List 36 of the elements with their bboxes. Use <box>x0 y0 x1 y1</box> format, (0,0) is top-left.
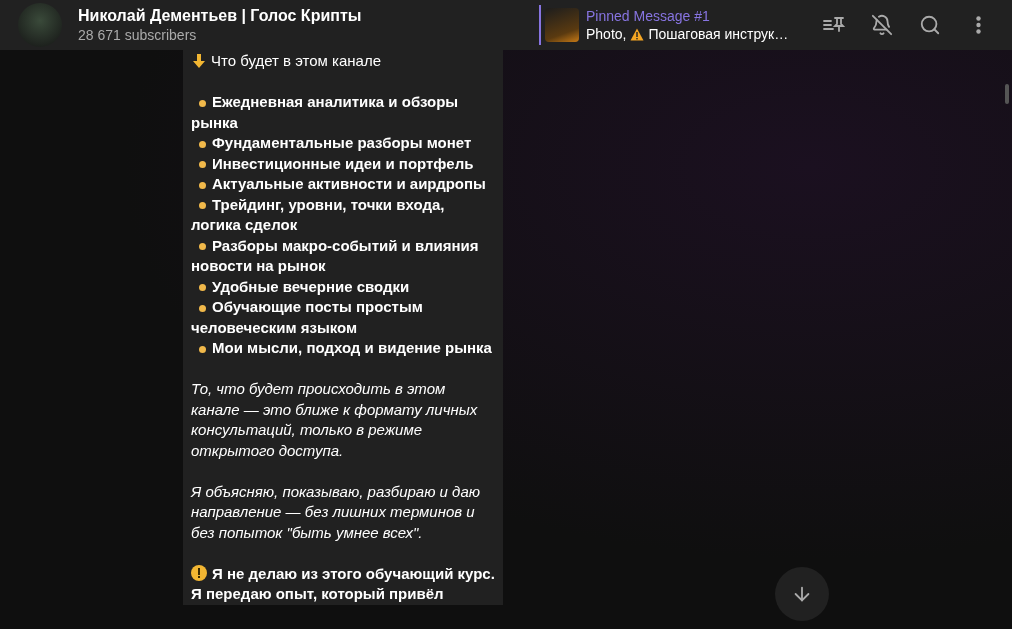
channel-name[interactable]: Николай Дементьев | Голос Крипты <box>78 6 518 26</box>
scrollbar-thumb[interactable] <box>1005 84 1009 104</box>
pinned-preview-type: Photo, <box>586 25 627 43</box>
bullet-icon <box>199 99 206 107</box>
list-item: Ежедневная аналитика и обзоры рынка <box>191 92 460 133</box>
list-item: Инвестиционные идеи и портфель <box>191 153 495 174</box>
message-paragraph: Я не делаю из этого обучающий курс. Я передаю опыт, который привёл <box>191 563 495 604</box>
more-icon <box>975 16 981 34</box>
message-paragraph: Я объясняю, показываю, разбираю и даю направление — без лишних терминов и без попыток "быть умнее всех". <box>191 481 482 543</box>
subscriber-count: 28 671 subscribers <box>78 26 198 44</box>
warning-icon <box>630 27 645 41</box>
pinned-message[interactable]: Pinned Message #1 Photo, Пошаговая инструк… <box>539 5 801 45</box>
exclamation-icon <box>191 564 207 581</box>
list-item: Разборы макро-событий и влияния новости на рынок <box>191 235 480 276</box>
list-item: Удобные вечерние сводки <box>191 276 495 297</box>
bullet-icon <box>199 161 206 169</box>
photo-placeholder <box>545 8 579 42</box>
pinned-preview-text: Пошаговая инструк… <box>648 25 789 43</box>
message-heading: Что будет в этом канале <box>211 51 382 71</box>
down-arrow-icon <box>191 53 207 70</box>
bullet-icon <box>199 284 206 292</box>
search-icon <box>919 14 941 36</box>
bullet-icon <box>199 181 206 189</box>
bullet-icon <box>199 243 206 251</box>
list-item: Актуальные активности и аирдропы <box>191 174 495 195</box>
bell-off-icon <box>871 14 893 36</box>
message-paragraph: То, что будет происходить в этом канале — это ближе к формату личных консультаций, только в режиме открытого доступа. <box>191 379 479 461</box>
list-item: Мои мысли, подход и видение рынка <box>191 338 495 359</box>
bullet-icon <box>199 304 206 312</box>
pinned-title: Pinned Message #1 <box>586 7 711 25</box>
bullet-icon <box>199 202 206 210</box>
list-item: Фундаментальные разборы монет <box>191 133 495 154</box>
list-item: Обучающие посты простым человеческим языком <box>191 297 424 338</box>
bullet-icon <box>199 140 206 148</box>
list-item: Трейдинг, уровни, точки входа, логика сделок <box>191 194 446 235</box>
bullet-icon <box>199 345 206 353</box>
